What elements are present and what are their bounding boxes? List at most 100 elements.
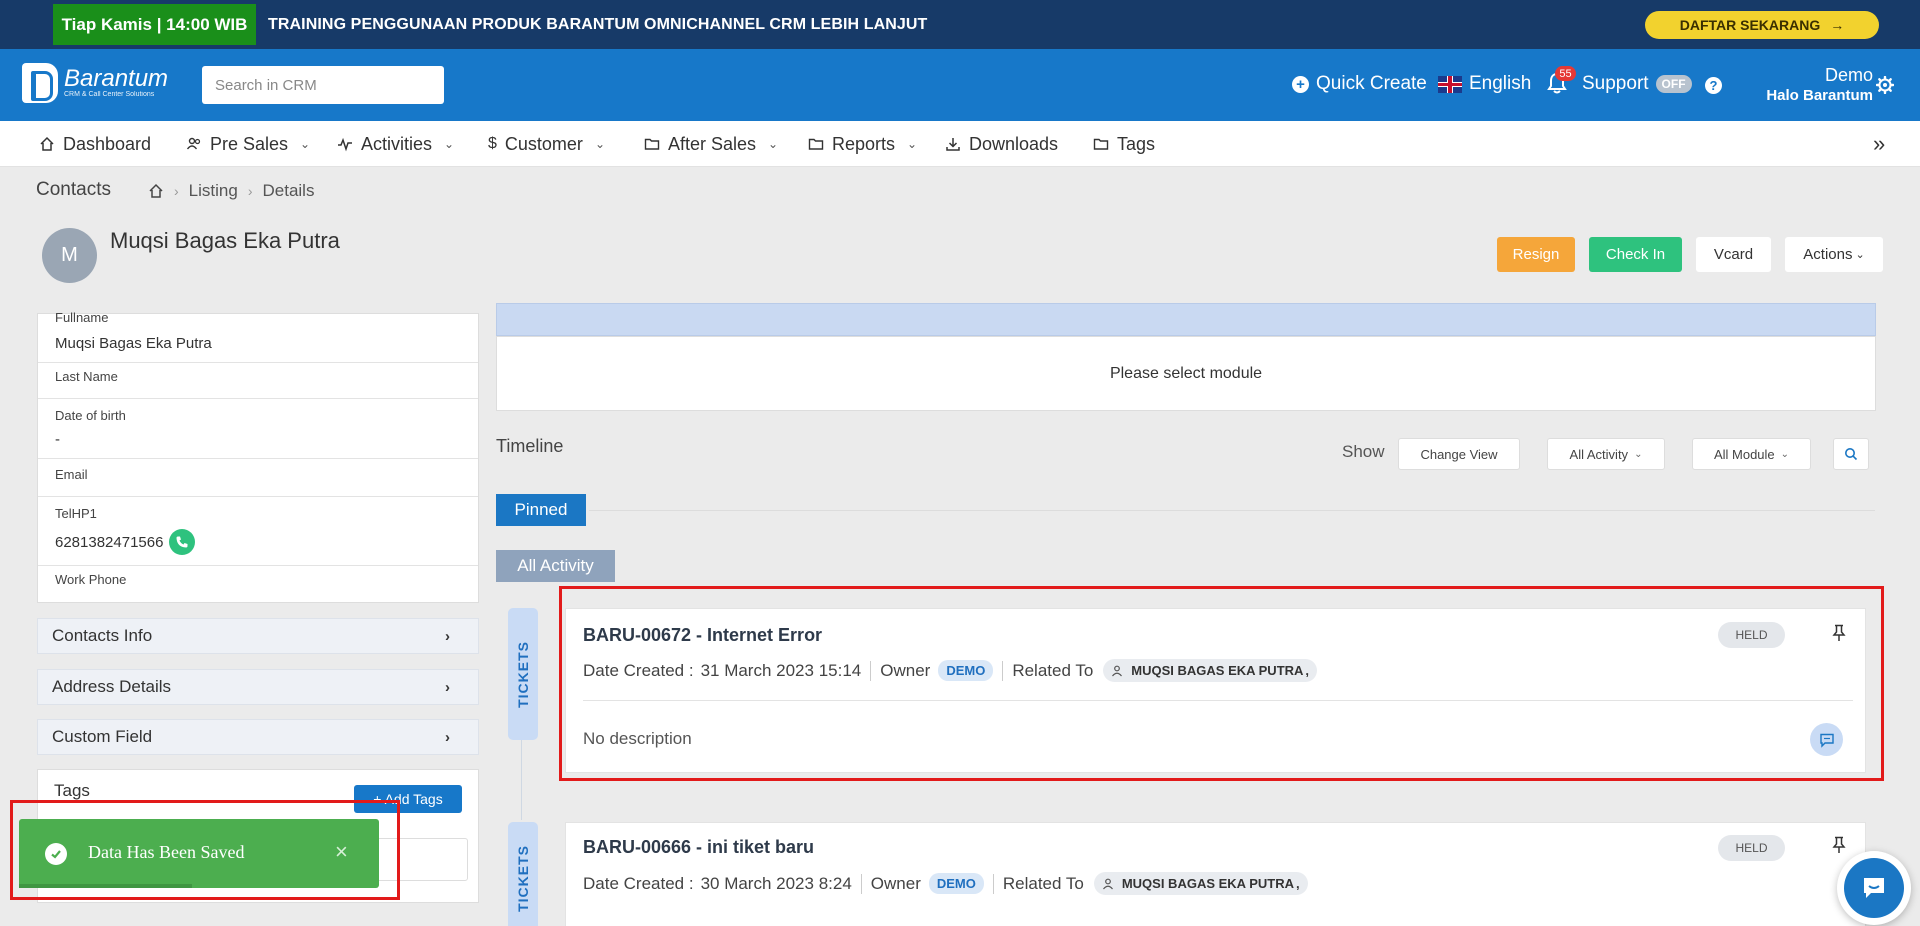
nav-item-downloads[interactable]: Downloads [945, 121, 1058, 167]
support-label: Support [1582, 73, 1649, 94]
ticket-card[interactable]: BARU-00666 - ini tiket baru Date Created… [565, 822, 1866, 926]
barantum-logo[interactable]: Barantum CRM & Call Center Solutions [22, 63, 168, 103]
change-view-button[interactable]: Change View [1398, 438, 1520, 470]
field-fullname: Fullname Muqsi Bagas Eka Putra [38, 310, 478, 363]
user-name[interactable]: Demo [1740, 65, 1873, 86]
module-placeholder-card: Please select module [496, 336, 1876, 411]
promo-schedule-badge: Tiap Kamis | 14:00 WIB [53, 4, 256, 45]
timeline-title: Timeline [496, 436, 564, 456]
contacts-info-section[interactable]: Contacts Info › [37, 618, 479, 654]
language-selector[interactable]: English [1438, 73, 1531, 95]
ticket-type-label: TICKETS [515, 844, 531, 912]
gear-icon[interactable] [1876, 76, 1894, 94]
nav-label-pre-sales: Pre Sales [210, 133, 289, 154]
chevron-right-icon: › [445, 628, 450, 645]
chevron-down-icon: ⌄ [1634, 448, 1643, 460]
related-separator: , [1295, 876, 1300, 891]
live-chat-ring [1837, 851, 1911, 925]
breadcrumb-listing[interactable]: Listing [189, 181, 238, 201]
nav-item-customer[interactable]: $ Customer ⌄ [488, 121, 605, 167]
logo-tagline: CRM & Call Center Solutions [64, 91, 155, 98]
nav-label-reports: Reports [832, 133, 896, 154]
module-filter-dropdown[interactable]: All Module ⌄ [1692, 438, 1811, 470]
folder-icon [808, 138, 824, 150]
nav-item-activities[interactable]: Activities ⌄ [337, 121, 454, 167]
breadcrumb-details: Details [262, 181, 315, 200]
success-toast: Data Has Been Saved × [19, 819, 379, 888]
toast-progress-bar [19, 884, 192, 888]
chat-bubble-icon [1844, 858, 1904, 918]
actions-dropdown[interactable]: Actions ⌄ [1785, 237, 1883, 272]
contact-name: Muqsi Bagas Eka Putra [110, 228, 340, 253]
check-in-button[interactable]: Check In [1589, 237, 1682, 272]
breadcrumb-separator: › [174, 183, 179, 199]
quick-create-label: Quick Create [1316, 73, 1427, 94]
custom-field-section[interactable]: Custom Field › [37, 719, 479, 755]
activity-filter-dropdown[interactable]: All Activity ⌄ [1547, 438, 1665, 470]
module-filter-label: All Module [1713, 446, 1775, 462]
related-contact-name: MUQSI BAGAS EKA PUTRA [1121, 876, 1294, 891]
chevron-right-icon: › [445, 729, 450, 746]
module-placeholder-text: Please select module [1109, 364, 1263, 382]
timeline-search-button[interactable] [1833, 438, 1869, 470]
user-organization[interactable]: Halo Barantum [1740, 87, 1873, 104]
close-icon[interactable]: × [335, 839, 348, 865]
field-telhp1: TelHP1 6281382471566 [38, 497, 478, 566]
phone-number[interactable]: 6281382471566 [55, 534, 163, 551]
ticket-meta: Date Created : 30 March 2023 8:24 Owner … [583, 872, 1308, 895]
nav-item-pre-sales[interactable]: Pre Sales ⌄ [186, 121, 310, 167]
page-title: Contacts [36, 179, 111, 200]
vcard-button[interactable]: Vcard [1696, 237, 1771, 272]
help-icon[interactable]: ? [1705, 77, 1722, 94]
field-label: Work Phone [55, 572, 127, 587]
address-details-section[interactable]: Address Details › [37, 669, 479, 705]
ticket-type-tab: TICKETS [508, 822, 538, 926]
nav-item-after-sales[interactable]: After Sales ⌄ [644, 121, 778, 167]
field-label: TelHP1 [55, 506, 97, 521]
actions-label: Actions [1803, 246, 1853, 263]
section-title: Contacts Info [52, 626, 153, 645]
all-activity-label: All Activity [496, 550, 615, 582]
nav-expand-icon[interactable]: » [1873, 133, 1885, 155]
resign-button[interactable]: Resign [1497, 237, 1575, 272]
timeline-divider [589, 510, 1875, 511]
chevron-right-icon: › [445, 679, 450, 696]
nav-label-customer: Customer [504, 133, 583, 154]
breadcrumb-separator: › [247, 183, 253, 199]
live-chat-button[interactable] [1833, 851, 1919, 926]
tags-title: Tags [54, 781, 90, 800]
dollar-icon: $ [488, 135, 497, 152]
quick-create-button[interactable]: + Quick Create [1292, 73, 1427, 95]
chevron-down-icon: ⌄ [768, 137, 779, 151]
main-nav: Dashboard Pre Sales ⌄ Activities ⌄ $ Cus… [0, 121, 1920, 167]
nav-item-dashboard[interactable]: Dashboard [39, 121, 151, 167]
promo-banner: Tiap Kamis | 14:00 WIB TRAINING PENGGUNA… [0, 0, 1920, 49]
home-icon[interactable] [148, 183, 164, 199]
field-value[interactable]: Muqsi Bagas Eka Putra [55, 335, 478, 352]
nav-item-tags[interactable]: Tags [1093, 121, 1155, 167]
language-label: English [1469, 73, 1532, 94]
ticket-title[interactable]: BARU-00666 - ini tiket baru [583, 837, 814, 858]
status-badge: HELD [1718, 835, 1785, 861]
related-contact-tag[interactable]: MUQSI BAGAS EKA PUTRA , [1093, 872, 1308, 895]
field-label: Last Name [55, 369, 118, 384]
chevron-down-icon: ⌄ [594, 137, 605, 151]
home-icon [40, 136, 54, 151]
phone-call-icon[interactable] [169, 529, 196, 555]
field-last-name: Last Name [38, 363, 478, 399]
chevron-down-icon: ⌄ [300, 137, 311, 151]
chevron-down-icon: ⌄ [444, 137, 455, 151]
field-label: Fullname [55, 310, 109, 325]
nav-label-tags: Tags [1117, 133, 1156, 154]
uk-flag-icon [1438, 75, 1462, 93]
register-now-label: DAFTAR SEKARANG [1679, 17, 1821, 33]
support-toggle[interactable]: Support OFF [1582, 73, 1692, 95]
ticket-type-label: TICKETS [515, 640, 531, 708]
register-now-button[interactable]: DAFTAR SEKARANG → [1645, 11, 1879, 39]
nav-item-reports[interactable]: Reports ⌄ [808, 121, 917, 167]
ticket-highlight-box [559, 586, 1884, 781]
ticket-type-tab: TICKETS [508, 608, 538, 740]
section-title: Custom Field [52, 727, 153, 746]
field-value[interactable]: - [55, 431, 478, 448]
search-input[interactable] [202, 66, 444, 104]
